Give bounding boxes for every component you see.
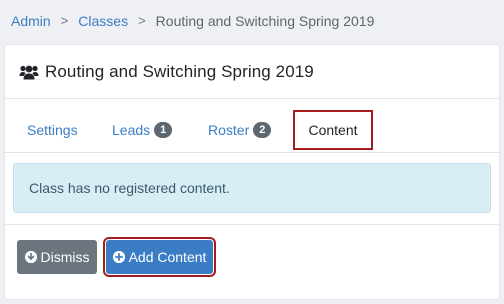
card-header: Routing and Switching Spring 2019 — [5, 45, 499, 99]
tab-roster-label: Roster — [208, 122, 250, 138]
breadcrumb-separator: > — [138, 13, 146, 28]
add-content-button[interactable]: Add Content — [103, 237, 216, 277]
roster-count-badge: 2 — [253, 122, 272, 138]
plus-circle-icon — [112, 251, 125, 263]
users-icon — [19, 64, 39, 80]
alert-text: Class has no registered content. — [29, 180, 230, 196]
breadcrumb-admin-link[interactable]: Admin — [11, 12, 51, 30]
tab-roster[interactable]: Roster 2 — [208, 112, 272, 148]
divider — [5, 224, 499, 225]
breadcrumb-current: Routing and Switching Spring 2019 — [155, 13, 375, 29]
breadcrumb: Admin > Classes > Routing and Switching … — [11, 12, 374, 30]
tab-leads[interactable]: Leads 1 — [112, 112, 173, 148]
page-title: Routing and Switching Spring 2019 — [45, 61, 314, 81]
tab-bar: Settings Leads 1 Roster 2 Content — [5, 99, 499, 153]
tab-leads-label: Leads — [112, 122, 151, 138]
breadcrumb-separator: > — [60, 13, 69, 28]
breadcrumb-classes-link[interactable]: Classes — [78, 12, 128, 30]
add-content-button-label: Add Content — [128, 249, 207, 265]
tab-content[interactable]: Content — [293, 110, 373, 150]
tab-settings-label: Settings — [27, 122, 78, 138]
leads-count-badge: 1 — [154, 122, 173, 138]
class-card: Routing and Switching Spring 2019 Settin… — [4, 44, 500, 300]
dismiss-button[interactable]: Dismiss — [17, 240, 97, 274]
tab-settings[interactable]: Settings — [27, 112, 78, 148]
info-alert: Class has no registered content. — [13, 163, 491, 213]
arrow-down-circle-icon — [24, 251, 37, 263]
dismiss-button-label: Dismiss — [40, 249, 90, 265]
tab-content-label: Content — [308, 122, 358, 138]
